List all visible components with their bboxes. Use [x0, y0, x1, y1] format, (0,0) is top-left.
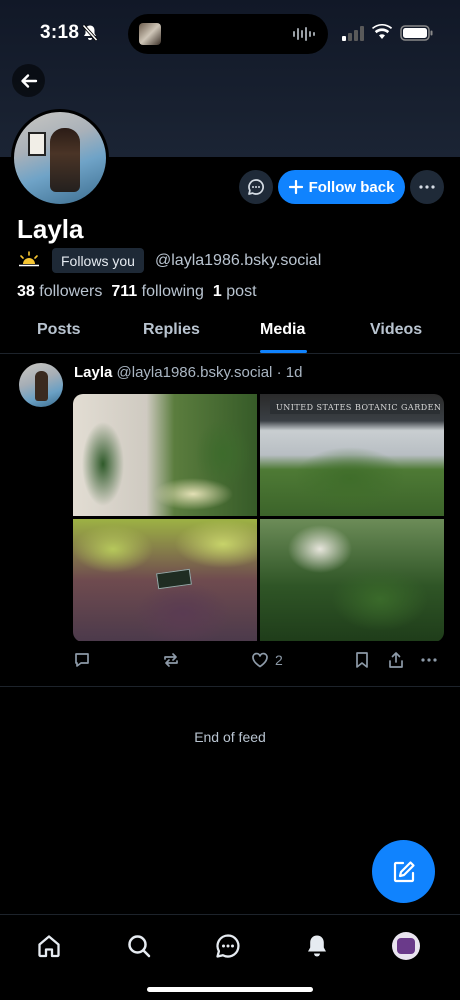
repost-button[interactable] — [162, 651, 180, 669]
repost-icon — [164, 653, 178, 667]
feed-post[interactable]: Layla @layla1986.bsky.social · 1d UNITED… — [0, 355, 460, 687]
post-image-1[interactable] — [73, 394, 257, 516]
home-icon — [38, 935, 60, 958]
bookmark-icon — [356, 652, 368, 668]
status-bar: 3:18 — [0, 0, 460, 68]
post-author-avatar[interactable] — [19, 363, 63, 407]
status-time: 3:18 — [40, 22, 80, 43]
plus-icon — [288, 180, 303, 194]
signal-icon — [342, 26, 364, 41]
post-author-handle: @layla1986.bsky.social — [116, 364, 273, 381]
nav-search[interactable] — [124, 931, 154, 961]
profile-name: Layla — [17, 214, 84, 244]
post-image-2[interactable]: UNITED STATES BOTANIC GARDEN — [260, 394, 444, 516]
post-image-4[interactable] — [260, 519, 444, 641]
post-author-name[interactable]: Layla — [74, 364, 112, 381]
chat-icon — [248, 179, 264, 195]
follow-back-label: Follow back — [308, 178, 395, 196]
profile-handle: @layla1986.bsky.social — [155, 252, 322, 269]
share-button[interactable] — [387, 651, 405, 669]
post-more-button[interactable] — [421, 651, 437, 669]
more-icon — [421, 658, 437, 662]
post-header: Layla @layla1986.bsky.social · 1d — [74, 364, 302, 381]
nav-notifications[interactable] — [302, 931, 332, 961]
nav-profile[interactable] — [391, 931, 421, 961]
audio-wave-icon — [293, 27, 315, 41]
bottom-navigation — [0, 914, 460, 1000]
now-playing-thumbnail — [139, 23, 161, 45]
tab-videos[interactable]: Videos — [370, 321, 422, 339]
reply-icon — [75, 653, 89, 667]
post-image-grid: UNITED STATES BOTANIC GARDEN — [73, 394, 444, 642]
profile-stats: 38 followers 711 following 1 post — [17, 283, 257, 301]
follows-you-badge: Follows you — [52, 248, 144, 273]
followers-stat[interactable]: 38 followers — [17, 283, 102, 301]
end-of-feed-text: End of feed — [194, 729, 266, 745]
posts-stat: 1 post — [212, 283, 257, 300]
follow-back-button[interactable]: Follow back — [278, 170, 405, 204]
home-indicator — [147, 987, 313, 992]
back-button[interactable] — [12, 64, 45, 97]
tab-replies[interactable]: Replies — [143, 321, 200, 339]
more-options-button[interactable] — [410, 170, 444, 204]
share-icon — [389, 652, 403, 668]
bell-off-icon — [82, 24, 98, 42]
search-icon — [128, 935, 151, 958]
profile-avatar[interactable] — [11, 109, 109, 207]
notifications-icon — [308, 935, 326, 957]
more-icon — [419, 185, 435, 189]
nav-home[interactable] — [34, 931, 64, 961]
post-time: · 1d — [276, 364, 303, 381]
garden-sign-text: UNITED STATES BOTANIC GARDEN — [270, 400, 440, 414]
active-tab-indicator — [260, 350, 307, 353]
chat-icon — [216, 934, 240, 958]
my-avatar — [392, 932, 420, 960]
nav-chat[interactable] — [213, 931, 243, 961]
dynamic-island — [128, 14, 328, 54]
bookmark-button[interactable] — [354, 651, 370, 669]
message-button[interactable] — [239, 170, 273, 204]
battery-icon — [400, 25, 433, 41]
like-count: 2 — [275, 652, 283, 668]
post-image-3[interactable] — [73, 519, 257, 641]
profile-tabs: Posts Replies Media Videos — [0, 314, 460, 354]
post-actions: 2 — [0, 651, 460, 675]
sun-icon — [19, 251, 39, 267]
compose-icon — [393, 860, 415, 882]
following-stat[interactable]: 711 following — [111, 283, 204, 301]
wifi-icon — [372, 24, 392, 39]
tab-posts[interactable]: Posts — [37, 321, 81, 339]
reply-button[interactable] — [73, 651, 91, 669]
heart-icon — [252, 652, 268, 668]
tab-media[interactable]: Media — [260, 321, 305, 339]
like-button[interactable]: 2 — [251, 651, 283, 669]
back-arrow-icon — [20, 73, 37, 88]
compose-button[interactable] — [372, 840, 435, 903]
